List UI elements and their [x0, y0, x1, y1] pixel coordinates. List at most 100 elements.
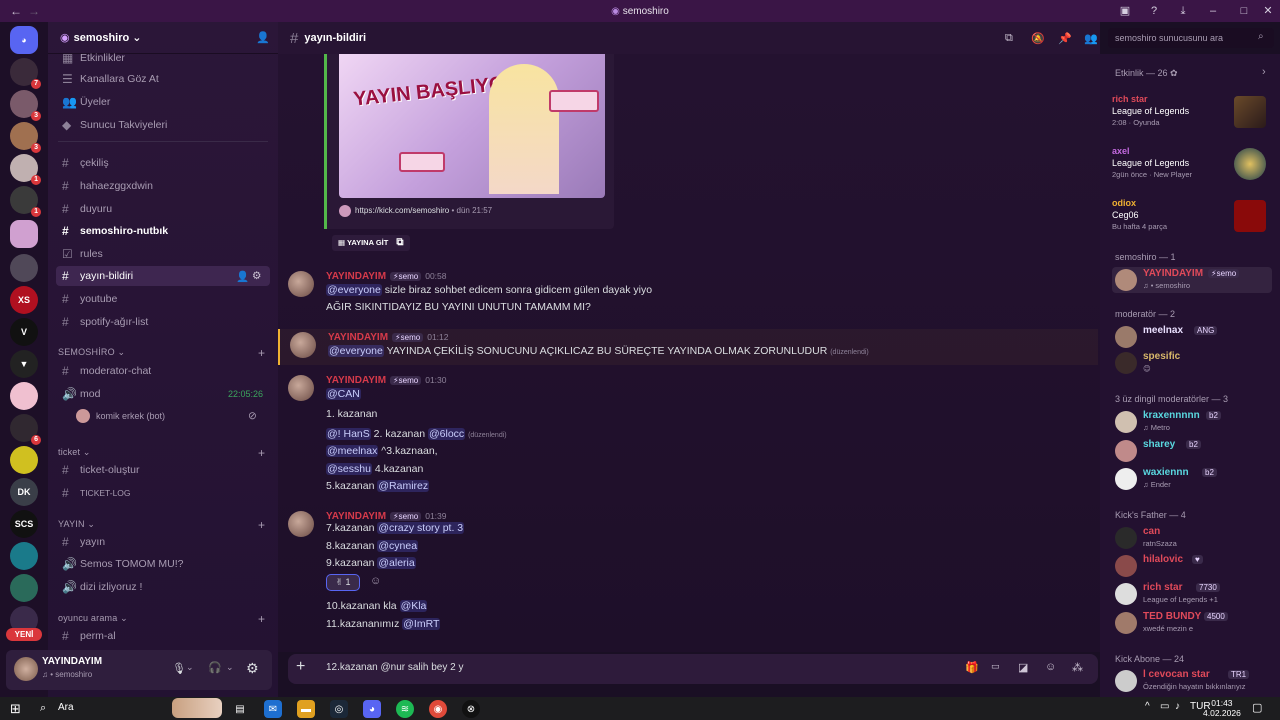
- server-icon[interactable]: [10, 382, 38, 410]
- app-icon[interactable]: ⊗: [462, 700, 480, 718]
- server-icon[interactable]: [10, 446, 38, 474]
- steam-icon[interactable]: ◎: [330, 700, 348, 718]
- emoji-icon[interactable]: ☺: [1045, 661, 1056, 673]
- pin-icon[interactable]: 📌: [1058, 32, 1072, 45]
- download-icon[interactable]: ⤓: [1175, 3, 1191, 19]
- channel-yayin-bildiri[interactable]: # yayın-bildiri 👤 ⚙: [56, 266, 270, 286]
- gif-icon[interactable]: ▭: [991, 661, 1000, 672]
- server-icon[interactable]: XS: [10, 286, 38, 314]
- apps-icon[interactable]: ⁂: [1072, 661, 1083, 674]
- minimize-icon[interactable]: –: [1205, 3, 1221, 19]
- close-icon[interactable]: ✕: [1260, 3, 1276, 19]
- activity-card[interactable]: odiox Ceg06 Bu hafta 4 parça: [1112, 198, 1272, 244]
- channel-duyuru[interactable]: # duyuru: [56, 199, 270, 219]
- channel-perm-al[interactable]: # perm-al: [56, 626, 270, 646]
- member-item[interactable]: sharey b2: [1112, 438, 1272, 464]
- file-explorer-icon[interactable]: ▬: [297, 700, 315, 718]
- server-icon[interactable]: 3: [10, 122, 41, 153]
- network-icon[interactable]: ▭: [1160, 701, 1169, 712]
- category-yayin[interactable]: YAYIN ⌄ +: [58, 518, 265, 532]
- member-item[interactable]: l cevocan star TR1 Özendiğin hayatın bıkk…: [1112, 668, 1272, 694]
- channel-yayin[interactable]: # yayın: [56, 532, 270, 552]
- add-channel-icon[interactable]: +: [258, 518, 265, 532]
- embed-link[interactable]: https://kick.com/semoshiro: [355, 206, 449, 215]
- taskbar-search[interactable]: Ara: [58, 702, 74, 713]
- server-icon[interactable]: 1: [10, 186, 41, 217]
- server-icon[interactable]: 1: [10, 154, 41, 185]
- channel-cekilis[interactable]: # çekiliş: [56, 153, 270, 173]
- gear-icon[interactable]: ⚙: [246, 660, 259, 677]
- windows-start-icon[interactable]: ⊞: [10, 701, 21, 717]
- add-attachment-icon[interactable]: +: [296, 658, 305, 676]
- category-oyuncu-arama[interactable]: oyuncu arama ⌄ +: [58, 612, 265, 626]
- server-icon[interactable]: 7: [10, 58, 41, 89]
- server-icon[interactable]: [10, 254, 38, 282]
- reaction-button[interactable]: ✌ 1: [326, 574, 360, 591]
- member-item[interactable]: kraxennnnn b2 ♫ Metro: [1112, 409, 1272, 435]
- volume-icon[interactable]: ♪: [1175, 701, 1180, 712]
- threads-icon[interactable]: ⧉: [1005, 32, 1013, 45]
- add-reaction-icon[interactable]: ☺: [370, 575, 381, 587]
- chevron-down-icon[interactable]: ⌄: [186, 662, 194, 673]
- voice-channel-mod[interactable]: 🔊 mod 22:05:26: [56, 384, 270, 404]
- discord-home-icon[interactable]: ◕: [10, 26, 38, 54]
- notification-icon[interactable]: ▢: [1252, 701, 1262, 714]
- help-icon[interactable]: ?: [1146, 3, 1162, 19]
- server-icon[interactable]: SCS: [10, 510, 38, 538]
- channel-hahaezggxdwin[interactable]: # hahaezggxdwin: [56, 176, 270, 196]
- category-semoshiro[interactable]: SEMOSHİRO ⌄ +: [58, 346, 265, 360]
- avatar[interactable]: [288, 511, 314, 537]
- server-icon[interactable]: [10, 542, 38, 570]
- search-icon[interactable]: ⌕: [40, 702, 46, 715]
- channel-semoshiro-nutbik[interactable]: # semoshiro-nutbık: [56, 221, 270, 241]
- member-item[interactable]: can ratnSzaza: [1112, 525, 1272, 551]
- activity-card[interactable]: axel League of Legends 2gün önce · New P…: [1112, 146, 1272, 192]
- chrome-icon[interactable]: ◉: [429, 700, 447, 718]
- voice-user[interactable]: komik erkek (bot) ⊘: [70, 406, 270, 426]
- activity-card[interactable]: rich star League of Legends 2:08 · Oyund…: [1112, 94, 1272, 140]
- discord-icon[interactable]: ◕: [363, 700, 381, 718]
- member-item[interactable]: YAYINDAYIM ⚡semo ♫ • semoshiro: [1112, 267, 1272, 293]
- server-icon[interactable]: 3: [10, 90, 41, 121]
- mute-icon[interactable]: 🔕: [1031, 32, 1045, 45]
- add-channel-icon[interactable]: +: [258, 346, 265, 360]
- server-icon[interactable]: ▼: [10, 350, 38, 378]
- gift-icon[interactable]: 🎁: [965, 661, 979, 674]
- member-item[interactable]: hilalovic ♥: [1112, 553, 1272, 579]
- embed-image[interactable]: YAYIN BAŞLIYOR: [339, 54, 605, 198]
- headphones-icon[interactable]: 🎧: [208, 661, 222, 674]
- member-item[interactable]: waxiennn b2 ♫ Ender: [1112, 466, 1272, 492]
- channel-events[interactable]: ▦ Etkinlikler: [56, 48, 270, 68]
- avatar[interactable]: [290, 332, 316, 358]
- server-icon[interactable]: V: [10, 318, 38, 346]
- server-icon[interactable]: 6: [10, 414, 41, 445]
- add-member-icon[interactable]: 👤: [256, 31, 270, 44]
- channel-browse[interactable]: ☰ Kanallara Göz At: [56, 69, 270, 89]
- invite-icon[interactable]: 👤: [236, 270, 249, 283]
- tray-chevron-icon[interactable]: ^: [1145, 701, 1150, 712]
- clock[interactable]: 01:43 4.02.2026: [1203, 698, 1241, 718]
- inbox-icon[interactable]: ▣: [1117, 3, 1133, 19]
- microphone-icon[interactable]: 🎙: [172, 662, 186, 675]
- member-item[interactable]: meelnax ANG: [1112, 324, 1272, 350]
- voice-channel-dizi[interactable]: 🔊 dizi izliyoruz !: [56, 577, 270, 597]
- chevron-right-icon[interactable]: ›: [1262, 66, 1266, 78]
- gear-icon[interactable]: ⚙: [252, 270, 261, 282]
- channel-spotify[interactable]: # spotify-ağır-list: [56, 312, 270, 332]
- channel-members[interactable]: 👥 Üyeler: [56, 92, 270, 112]
- maximize-icon[interactable]: □: [1236, 3, 1252, 19]
- add-channel-icon[interactable]: +: [258, 612, 265, 626]
- server-icon[interactable]: DK: [10, 478, 38, 506]
- message-input[interactable]: 12.kazanan @nur salih bey 2 y: [326, 662, 463, 673]
- avatar[interactable]: [14, 657, 38, 681]
- author-name[interactable]: YAYINDAYIM: [326, 271, 386, 282]
- channel-rules[interactable]: ☑ rules: [56, 244, 270, 264]
- search-input[interactable]: semoshiro sunucusunu ara ⌕: [1108, 28, 1274, 48]
- chevron-down-icon[interactable]: ⌄: [226, 662, 234, 673]
- spotify-icon[interactable]: ≋: [396, 700, 414, 718]
- member-item[interactable]: TED BUNDY 4500 xwedé mezin e: [1112, 610, 1272, 636]
- member-item[interactable]: rich star 7730 League of Legends +1: [1112, 581, 1272, 607]
- voice-channel-semos[interactable]: 🔊 Semos TOMOM MU!?: [56, 554, 270, 574]
- avatar[interactable]: [288, 375, 314, 401]
- member-item[interactable]: spesific 😊: [1112, 350, 1272, 376]
